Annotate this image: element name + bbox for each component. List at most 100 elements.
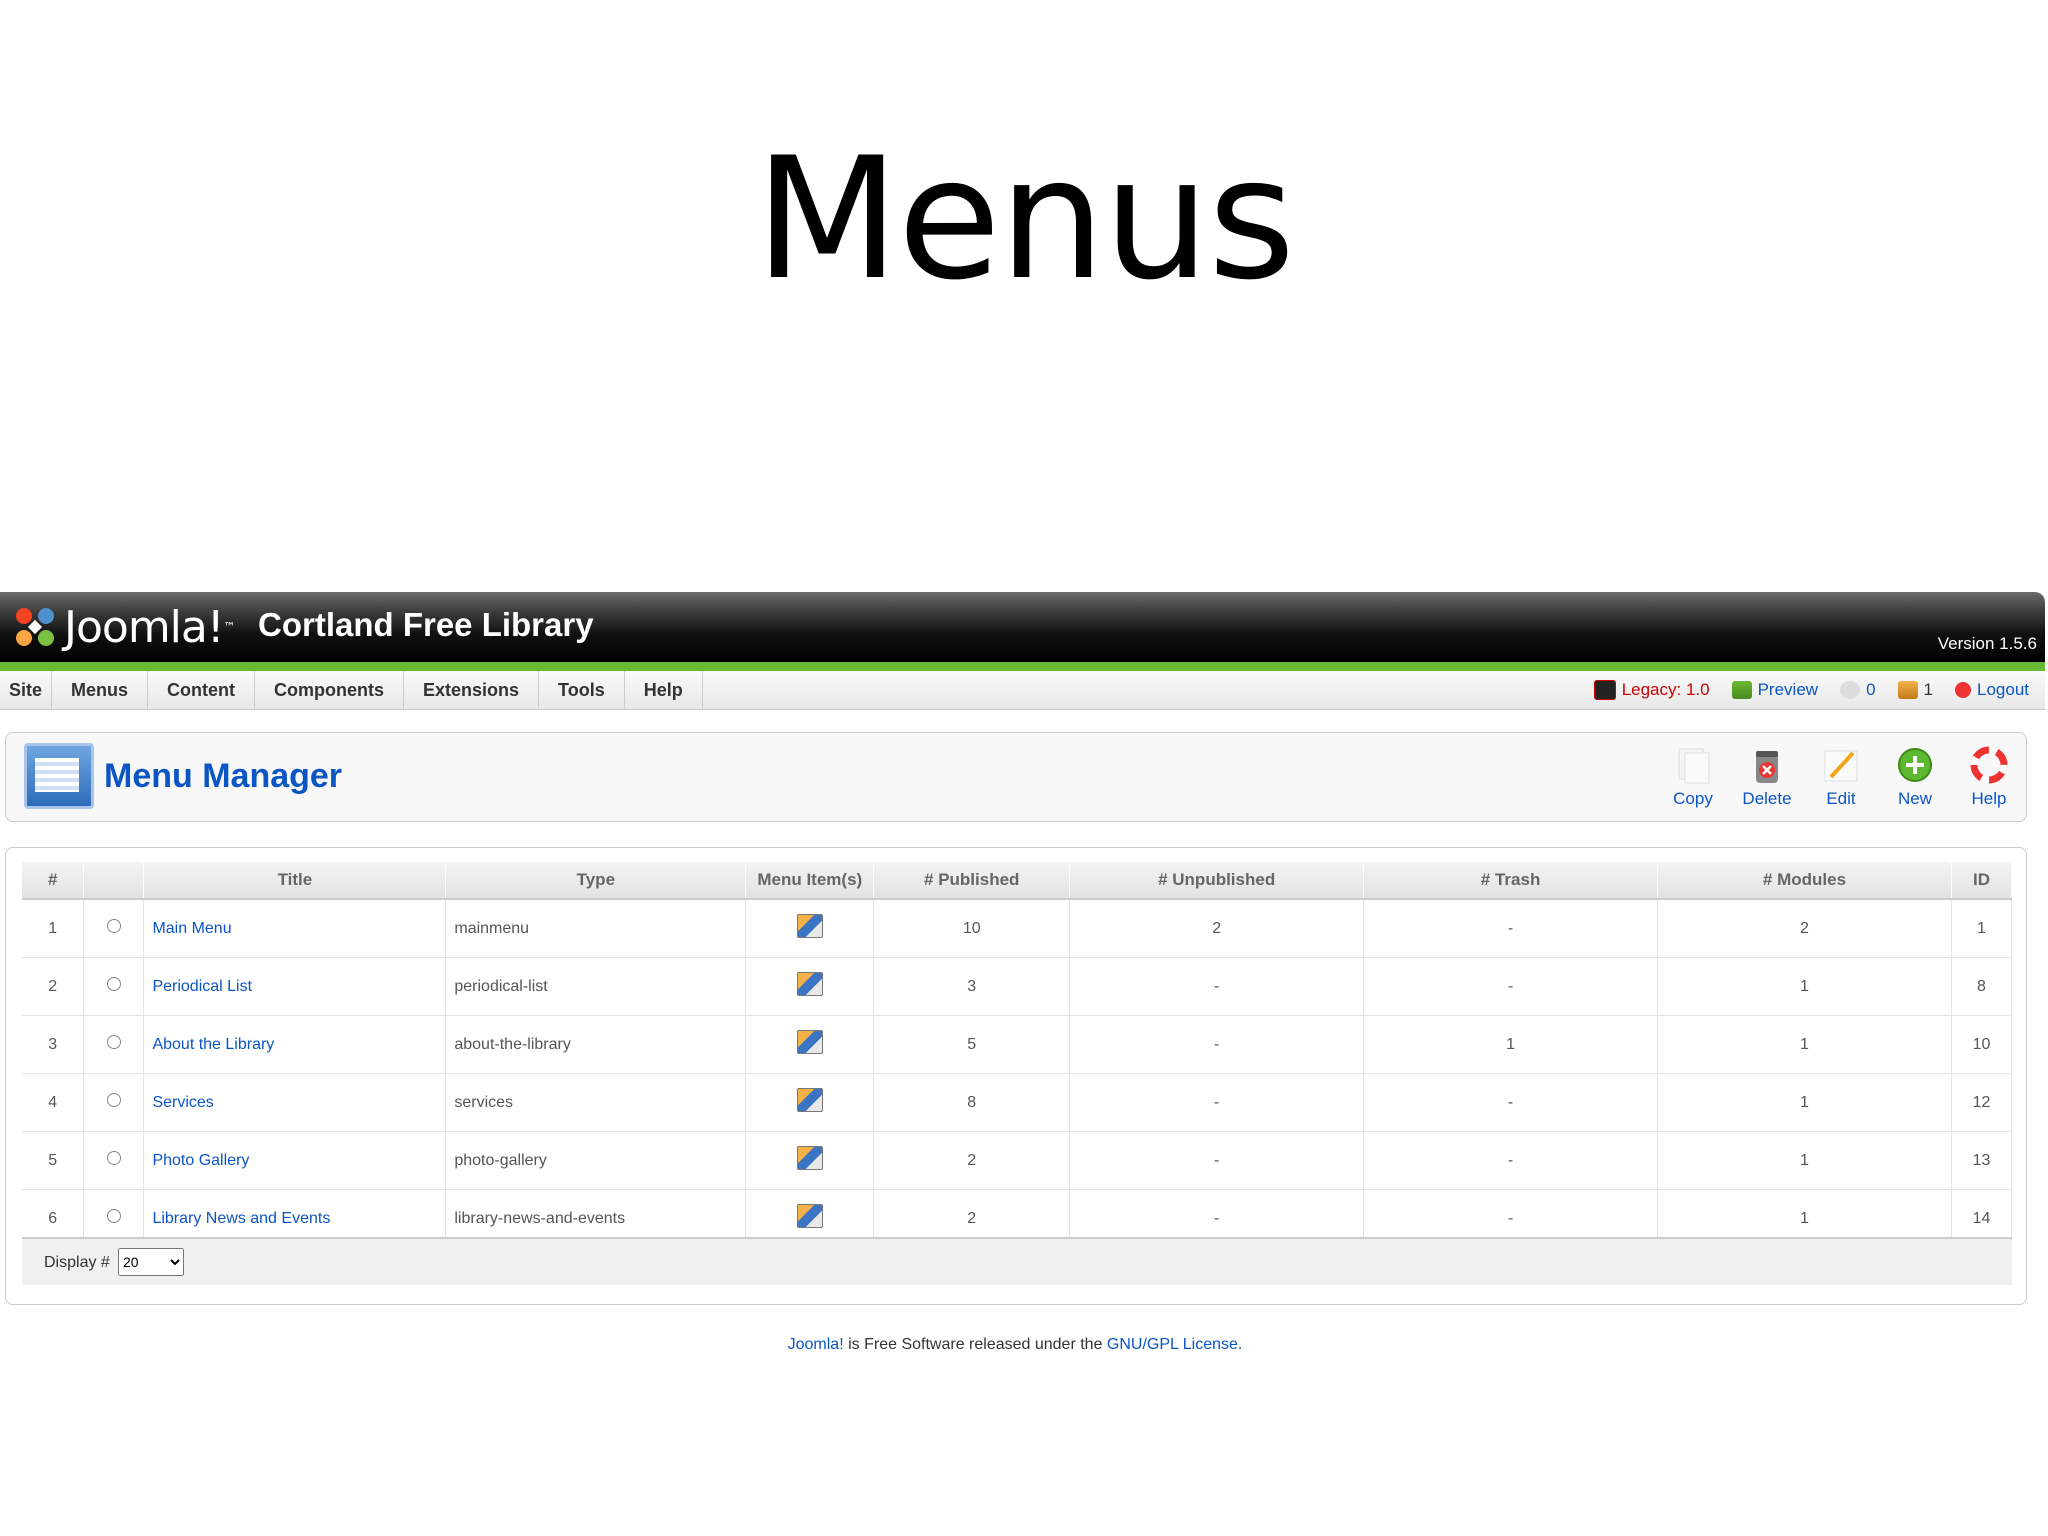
row-modules: 1 — [1657, 1131, 1952, 1190]
row-title-cell: Periodical List — [143, 957, 447, 1016]
menu-title-link[interactable]: Periodical List — [152, 978, 252, 995]
row-radio[interactable] — [106, 1209, 121, 1223]
new-icon — [1898, 748, 1932, 782]
menu-manager-icon — [24, 743, 94, 809]
menu-title-link[interactable]: Photo Gallery — [152, 1152, 249, 1169]
menu-title-link[interactable]: About the Library — [152, 1036, 274, 1053]
row-trash: 1 — [1363, 1015, 1659, 1074]
header-accent-bar — [0, 662, 2045, 671]
menu-extensions[interactable]: Extensions — [404, 671, 540, 709]
edit-button[interactable]: Edit — [1812, 741, 1870, 809]
row-number: 5 — [22, 1131, 85, 1190]
col-header-trash: # Trash — [1363, 862, 1659, 900]
row-title-cell: About the Library — [143, 1015, 447, 1074]
row-id: 8 — [1951, 957, 2013, 1016]
col-header-published: # Published — [873, 862, 1071, 900]
row-type: services — [445, 1073, 747, 1132]
menu-content[interactable]: Content — [148, 671, 256, 709]
menu-items-icon[interactable] — [796, 1204, 823, 1228]
row-published: 2 — [873, 1131, 1071, 1190]
menu-items-icon[interactable] — [796, 972, 823, 996]
row-trash: - — [1363, 899, 1659, 958]
delete-label: Delete — [1742, 789, 1792, 808]
row-radio[interactable] — [106, 919, 121, 933]
users-icon — [1897, 681, 1918, 699]
row-id: 1 — [1951, 899, 2013, 958]
row-unpublished: 2 — [1069, 899, 1365, 958]
row-type: photo-gallery — [445, 1131, 747, 1190]
menu-components[interactable]: Components — [255, 671, 405, 709]
row-number: 4 — [22, 1073, 85, 1132]
table-row: 3 About the Library about-the-library 5 … — [22, 1015, 2013, 1074]
row-radio[interactable] — [106, 1035, 121, 1049]
help-icon — [1970, 746, 2008, 784]
menu-title-link[interactable]: Library News and Events — [152, 1210, 330, 1227]
col-header-id[interactable]: ID — [1951, 862, 2013, 900]
row-type: about-the-library — [445, 1015, 747, 1074]
row-menu-items — [745, 957, 875, 1016]
row-number: 1 — [22, 899, 85, 958]
trademark: ™ — [223, 620, 236, 634]
logout-link[interactable]: Logout — [1955, 680, 2029, 700]
col-header-menu-items: Menu Item(s) — [745, 862, 875, 900]
preview-link[interactable]: Preview — [1731, 680, 1818, 700]
menu-items-icon[interactable] — [796, 1146, 823, 1170]
header: Joomla! ™ Cortland Free Library Version … — [0, 592, 2045, 662]
row-menu-items — [745, 899, 875, 958]
license-link[interactable]: GNU/GPL License — [1107, 1336, 1238, 1353]
pagination-bar: Display # 20 — [22, 1237, 2012, 1285]
col-header-num[interactable]: # — [22, 862, 85, 900]
new-button[interactable]: New — [1886, 741, 1944, 809]
menu-menus[interactable]: Menus — [52, 671, 149, 709]
slide-title: Menus — [754, 121, 1296, 317]
joomla-link[interactable]: Joomla! — [788, 1336, 844, 1353]
display-count-select[interactable]: 20 — [118, 1248, 184, 1276]
joomla-admin: Joomla! ™ Cortland Free Library Version … — [0, 592, 2048, 1353]
users-online: 1 — [1897, 680, 1933, 700]
menu-tools[interactable]: Tools — [539, 671, 625, 709]
row-type: periodical-list — [445, 957, 747, 1016]
delete-button[interactable]: Delete — [1738, 741, 1796, 809]
users-count: 1 — [1923, 680, 1933, 699]
menu-items-icon[interactable] — [796, 1088, 823, 1112]
joomla-logo: Joomla! ™ — [12, 602, 236, 653]
help-button[interactable]: Help — [1960, 741, 2018, 809]
row-modules: 2 — [1657, 899, 1952, 958]
help-label: Help — [1971, 789, 2007, 808]
row-modules: 1 — [1657, 1015, 1952, 1074]
menu-title-link[interactable]: Main Menu — [152, 920, 231, 937]
row-unpublished: - — [1069, 1015, 1365, 1074]
delete-icon — [1756, 751, 1778, 783]
col-header-modules: # Modules — [1657, 862, 1952, 900]
menu-site[interactable]: Site — [0, 671, 53, 709]
row-published: 8 — [873, 1073, 1071, 1132]
display-count-label: Display # — [44, 1254, 110, 1271]
copy-label: Copy — [1673, 789, 1713, 808]
row-trash: - — [1363, 1131, 1659, 1190]
messages-link[interactable]: 0 — [1840, 680, 1876, 700]
site-name: Cortland Free Library — [258, 606, 594, 643]
row-title-cell: Services — [143, 1073, 447, 1132]
row-radio[interactable] — [106, 977, 121, 991]
version-label: Version 1.5.6 — [1937, 634, 2037, 653]
menu-items-icon[interactable] — [796, 1030, 823, 1054]
messages-icon — [1840, 681, 1861, 699]
row-published: 5 — [873, 1015, 1071, 1074]
row-published: 3 — [873, 957, 1071, 1016]
row-menu-items — [745, 1073, 875, 1132]
row-radio[interactable] — [106, 1151, 121, 1165]
legacy-label: Legacy: 1.0 — [1621, 680, 1710, 699]
table-row: 4 Services services 8 - - 1 12 — [22, 1073, 2013, 1132]
credits-text: is Free Software released under the — [843, 1336, 1107, 1353]
toolbar: Copy Delete Edit New Help — [1664, 741, 2018, 809]
col-header-type[interactable]: Type — [445, 862, 747, 900]
joomla-logo-icon — [16, 608, 54, 646]
menu-title-link[interactable]: Services — [152, 1094, 213, 1111]
col-header-title[interactable]: Title — [143, 862, 447, 900]
copy-button[interactable]: Copy — [1664, 741, 1722, 809]
row-select — [83, 1073, 145, 1132]
menu-items-icon[interactable] — [796, 914, 823, 938]
table-row: 1 Main Menu mainmenu 10 2 - 2 1 — [22, 899, 2013, 958]
menu-help[interactable]: Help — [625, 671, 703, 709]
row-radio[interactable] — [106, 1093, 121, 1107]
